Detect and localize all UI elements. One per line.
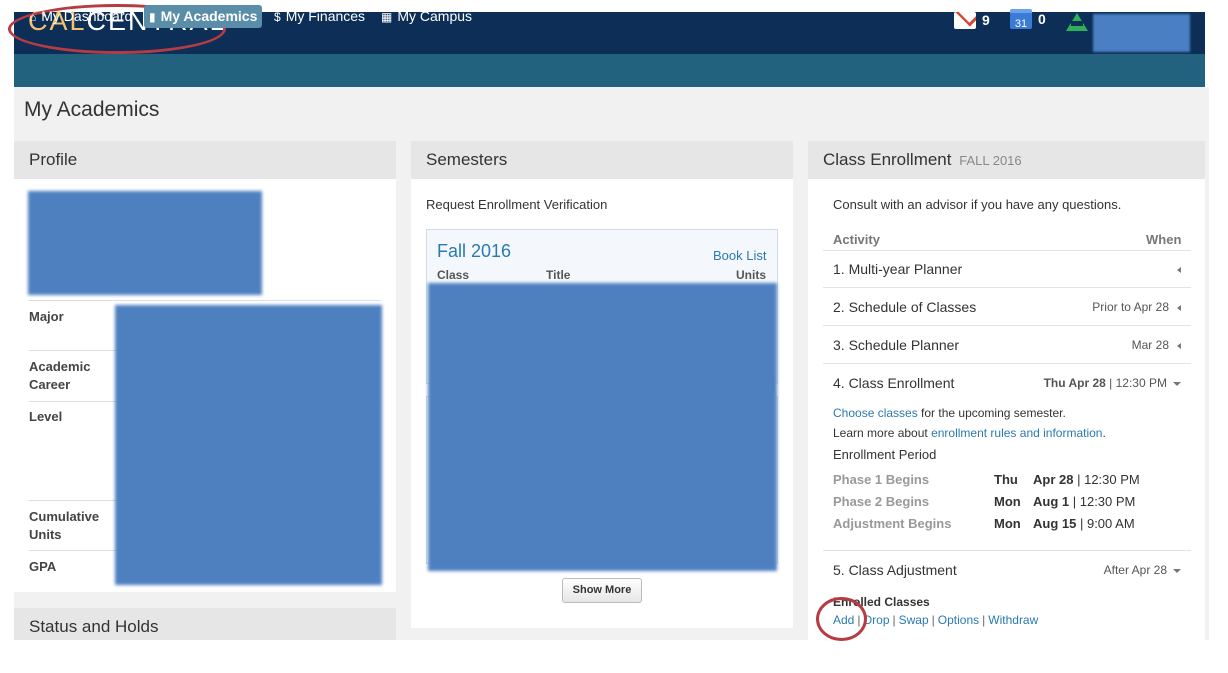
profile-values-redacted: [115, 305, 382, 585]
main-nav: [14, 54, 1205, 87]
expand-caret-icon: [1177, 342, 1181, 349]
request-enrollment-verification-link[interactable]: Request Enrollment Verification: [426, 197, 607, 212]
phase-2-date: Aug 1 | 12:30 PM: [1033, 494, 1136, 509]
home-icon: ⌂: [29, 10, 37, 24]
column-title: Title: [546, 268, 571, 282]
gpa-label: GPA: [29, 559, 57, 574]
calendar-icon: 31: [1010, 9, 1032, 30]
adjustment-date: Aug 15 | 9:00 AM: [1033, 516, 1135, 531]
enrollment-period-heading: Enrollment Period: [833, 447, 937, 462]
semesters-heading: Semesters: [411, 141, 793, 179]
withdraw-link[interactable]: Withdraw: [988, 613, 1038, 627]
status-holds-heading: Status and Holds: [14, 608, 396, 640]
calendar-notifications[interactable]: 31 0: [1010, 9, 1046, 30]
page-title: My Academics: [24, 98, 160, 121]
collapse-caret-icon: [1173, 381, 1181, 386]
adjustment-day: Mon: [994, 516, 1021, 531]
major-label: Major: [29, 309, 64, 324]
enrollment-term: FALL 2016: [959, 153, 1022, 168]
cumulative-units-label: Cumulative Units: [29, 509, 100, 542]
learn-more-line: Learn more about enrollment rules and in…: [833, 426, 1106, 440]
phase-2-day: Mon: [994, 494, 1021, 509]
adjustment-label: Adjustment Begins: [833, 516, 952, 531]
level-label: Level: [29, 409, 63, 424]
profile-heading: Profile: [14, 141, 396, 179]
activity-schedule-of-classes[interactable]: 2. Schedule of Classes Prior to Apr 28: [823, 288, 1191, 326]
book-list-link[interactable]: Book List: [713, 248, 766, 263]
nav-my-academics[interactable]: ▮ My Academics: [144, 5, 263, 28]
divider: [29, 300, 381, 301]
academic-career-label: Academic Career: [29, 359, 91, 392]
choose-classes-line: Choose classes for the upcoming semester…: [833, 406, 1066, 420]
drive-link[interactable]: [1066, 12, 1088, 32]
book-icon: ▮: [149, 10, 156, 24]
class-enrollment-heading: Class Enrollment FALL 2016: [808, 141, 1205, 179]
expand-caret-icon: [1177, 304, 1181, 311]
enrollment-rules-link[interactable]: enrollment rules and information: [931, 426, 1102, 440]
phase-1-date: Apr 28 | 12:30 PM: [1033, 472, 1140, 487]
nav-my-dashboard[interactable]: ⌂ My Dashboard: [24, 5, 137, 28]
activity-multi-year-planner[interactable]: 1. Multi-year Planner: [823, 250, 1191, 288]
activity-column-header: Activity: [833, 232, 880, 247]
nav-my-campus[interactable]: ▦ My Campus: [376, 5, 477, 28]
phase-2-label: Phase 2 Begins: [833, 494, 930, 509]
activity-class-adjustment[interactable]: 5. Class Adjustment After Apr 28: [823, 551, 1191, 589]
column-units: Units: [736, 268, 766, 282]
phase-1-label: Phase 1 Begins: [833, 472, 930, 487]
phase-1-day: Thu: [994, 472, 1018, 487]
semester-classes-redacted: [428, 283, 777, 571]
advisor-note: Consult with an advisor if you have any …: [833, 197, 1122, 212]
swap-link[interactable]: Swap: [899, 613, 929, 627]
nav-my-finances[interactable]: $ My Finances: [269, 5, 370, 28]
user-menu-redacted[interactable]: [1093, 14, 1190, 52]
drop-link[interactable]: Drop: [863, 613, 889, 627]
gmail-icon: [954, 11, 976, 29]
show-more-button[interactable]: Show More: [562, 578, 642, 603]
dollar-icon: $: [274, 10, 281, 24]
semester-title[interactable]: Fall 2016: [437, 241, 511, 262]
google-drive-icon: [1066, 13, 1088, 31]
collapse-caret-icon: [1173, 568, 1181, 573]
choose-classes-link[interactable]: Choose classes: [833, 406, 918, 420]
gmail-notifications[interactable]: 9: [954, 10, 990, 30]
profile-photo-redacted: [28, 191, 262, 295]
column-class: Class: [437, 268, 470, 282]
grid-icon: ▦: [381, 10, 393, 24]
calendar-count: 0: [1038, 11, 1046, 27]
add-highlight-ring: [816, 597, 867, 641]
status-holds-card: Status and Holds: [14, 608, 396, 640]
options-link[interactable]: Options: [938, 613, 979, 627]
activity-schedule-planner[interactable]: 3. Schedule Planner Mar 28: [823, 326, 1191, 364]
gmail-count: 9: [982, 12, 990, 28]
activity-class-enrollment[interactable]: 4. Class Enrollment Thu Apr 28 | 12:30 P…: [823, 364, 1191, 402]
expand-caret-icon: [1177, 266, 1181, 273]
when-column-header: When: [1146, 232, 1182, 247]
